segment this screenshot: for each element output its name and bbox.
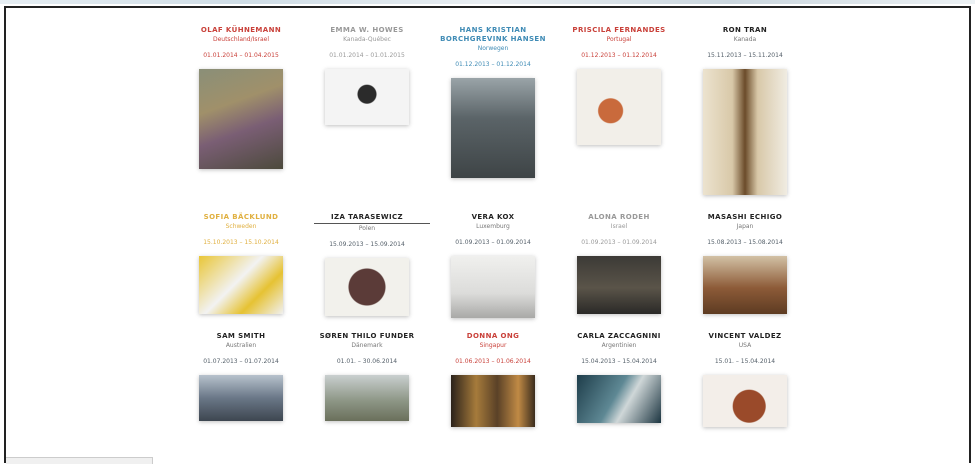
artwork-thumbnail[interactable] xyxy=(325,69,409,125)
residency-dates: 01.12.2013 – 01.12.2014 xyxy=(581,52,657,59)
top-accent-bar xyxy=(0,0,975,4)
residency-dates: 15.09.2013 – 15.09.2014 xyxy=(329,241,405,248)
artist-name-link[interactable]: MASASHI ECHIGO xyxy=(692,213,798,222)
artist-name-link[interactable]: HANS KRISTIAN BORCHGREVINK HANSEN xyxy=(440,26,546,44)
residency-dates: 01.06.2013 – 01.06.2014 xyxy=(455,358,531,365)
artist-name-link[interactable]: SOFIA BÄCKLUND xyxy=(188,213,294,222)
artist-country: Israel xyxy=(610,223,628,230)
artwork-thumbnail[interactable] xyxy=(451,256,535,318)
artist-country: Kanada xyxy=(733,36,757,43)
residency-dates: 01.09.2013 – 01.09.2014 xyxy=(581,239,657,246)
artist-country: Portugal xyxy=(606,36,632,43)
artist-name-link[interactable]: OLAF KÜHNEMANN xyxy=(188,26,294,35)
residency-dates: 01.01.2014 – 01.01.2015 xyxy=(329,52,405,59)
artist-country: Deutschland/Israel xyxy=(212,36,270,43)
artist-country: Argentinien xyxy=(601,342,637,349)
artist-card[interactable]: ALONA RODEH Israel 01.09.2013 – 01.09.2014 xyxy=(566,213,672,318)
artist-card[interactable]: SAM SMITH Australien 01.07.2013 – 01.07.20… xyxy=(188,332,294,427)
artist-country: USA xyxy=(738,342,752,349)
artist-name-link[interactable]: IZA TARASEWICZ xyxy=(314,213,420,222)
artwork-thumbnail[interactable] xyxy=(577,69,661,145)
artist-card[interactable]: SOFIA BÄCKLUND Schweden 15.10.2013 – 15.10… xyxy=(188,213,294,318)
artist-country: Schweden xyxy=(225,223,257,230)
artist-name-link[interactable]: SØREN THILO FUNDER xyxy=(314,332,420,341)
residency-dates: 15.08.2013 – 15.08.2014 xyxy=(707,239,783,246)
artwork-thumbnail[interactable] xyxy=(199,69,283,169)
artist-country: Japan xyxy=(736,223,754,230)
artist-card[interactable]: VERA KOX Luxemburg 01.09.2013 – 01.09.2014 xyxy=(440,213,546,318)
artwork-thumbnail[interactable] xyxy=(325,258,409,316)
artwork-thumbnail[interactable] xyxy=(199,256,283,314)
artwork-thumbnail[interactable] xyxy=(577,256,661,314)
artist-name-link[interactable]: ALONA RODEH xyxy=(566,213,672,222)
artist-card[interactable]: IZA TARASEWICZ Polen 15.09.2013 – 15.09.20… xyxy=(314,213,430,318)
artist-row: OLAF KÜHNEMANN Deutschland/Israel 01.01.20… xyxy=(188,26,798,195)
artist-country: Dänemark xyxy=(351,342,383,349)
artwork-thumbnail[interactable] xyxy=(703,69,787,195)
artist-country: Kanada-Québec xyxy=(343,36,391,43)
artist-name-link[interactable]: SAM SMITH xyxy=(188,332,294,341)
artist-country: Luxemburg xyxy=(476,223,510,230)
artist-name-link[interactable]: VINCENT VALDEZ xyxy=(692,332,798,341)
artist-row: SAM SMITH Australien 01.07.2013 – 01.07.20… xyxy=(188,332,798,427)
residency-dates: 15.04.2013 – 15.04.2014 xyxy=(581,358,657,365)
artist-name-link[interactable]: CARLA ZACCAGNINI xyxy=(566,332,672,341)
artist-card[interactable]: SØREN THILO FUNDER Dänemark 01.01. – 30.06… xyxy=(314,332,420,427)
artist-card[interactable]: HANS KRISTIAN BORCHGREVINK HANSEN Norwege… xyxy=(440,26,546,195)
artist-card[interactable]: OLAF KÜHNEMANN Deutschland/Israel 01.01.20… xyxy=(188,26,294,195)
artist-country: Australien xyxy=(225,342,257,349)
artist-card[interactable]: PRISCILA FERNANDES Portugal 01.12.2013 – 0… xyxy=(566,26,672,195)
residency-dates: 01.07.2013 – 01.07.2014 xyxy=(203,358,279,365)
residency-dates: 15.10.2013 – 15.10.2014 xyxy=(203,239,279,246)
residency-dates: 01.12.2013 – 01.12.2014 xyxy=(455,61,531,68)
artist-card[interactable]: DONNA ONG Singapur 01.06.2013 – 01.06.2014 xyxy=(440,332,546,427)
artwork-thumbnail[interactable] xyxy=(325,375,409,421)
artwork-thumbnail[interactable] xyxy=(703,375,787,427)
artist-name-link[interactable]: DONNA ONG xyxy=(440,332,546,341)
artist-name-link[interactable]: PRISCILA FERNANDES xyxy=(566,26,672,35)
residency-dates: 01.01.2014 – 01.04.2015 xyxy=(203,52,279,59)
artist-name-link[interactable]: VERA KOX xyxy=(440,213,546,222)
residency-dates: 01.01. – 30.06.2014 xyxy=(336,358,398,365)
artist-grid: OLAF KÜHNEMANN Deutschland/Israel 01.01.20… xyxy=(188,26,798,427)
residency-dates: 01.09.2013 – 01.09.2014 xyxy=(455,239,531,246)
artwork-thumbnail[interactable] xyxy=(703,256,787,314)
artist-name-link[interactable]: EMMA W. HOWES xyxy=(314,26,420,35)
residency-dates: 15.11.2013 – 15.11.2014 xyxy=(707,52,783,59)
artist-row: SOFIA BÄCKLUND Schweden 15.10.2013 – 15.10… xyxy=(188,213,798,318)
artist-country: Norwegen xyxy=(477,45,509,52)
artist-name-link[interactable]: RON TRAN xyxy=(692,26,798,35)
artwork-thumbnail[interactable] xyxy=(451,375,535,427)
artist-card[interactable]: MASASHI ECHIGO Japan 15.08.2013 – 15.08.20… xyxy=(692,213,798,318)
artist-card[interactable]: EMMA W. HOWES Kanada-Québec 01.01.2014 – 0… xyxy=(314,26,420,195)
artist-card[interactable]: RON TRAN Kanada 15.11.2013 – 15.11.2014 xyxy=(692,26,798,195)
residency-dates: 15.01. – 15.04.2014 xyxy=(714,358,776,365)
artwork-thumbnail[interactable] xyxy=(577,375,661,423)
artist-country: Polen xyxy=(358,225,376,232)
artist-country: Singapur xyxy=(479,342,507,349)
artwork-thumbnail[interactable] xyxy=(199,375,283,421)
artist-card[interactable]: VINCENT VALDEZ USA 15.01. – 15.04.2014 xyxy=(692,332,798,427)
artist-card[interactable]: CARLA ZACCAGNINI Argentinien 15.04.2013 – … xyxy=(566,332,672,427)
artwork-thumbnail[interactable] xyxy=(451,78,535,178)
